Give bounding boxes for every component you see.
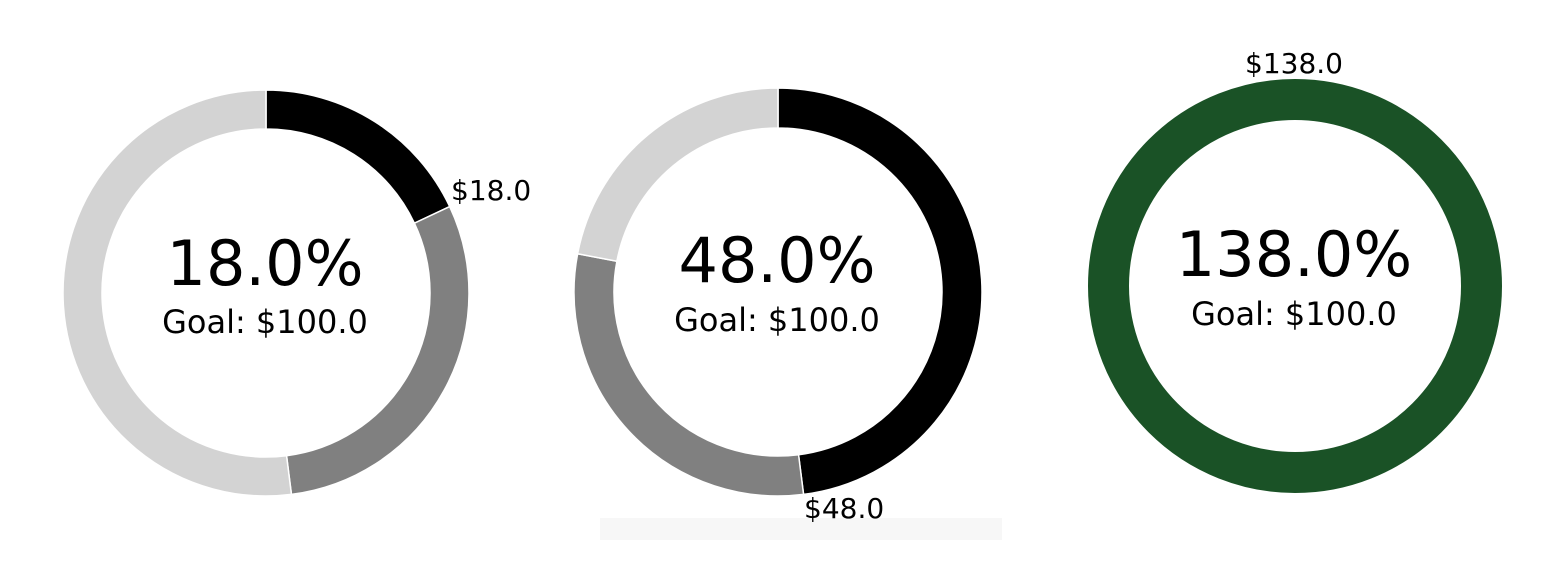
bottom-shade-strip: [600, 518, 1002, 540]
donut-3-percent-label: 138.0%: [1176, 218, 1412, 291]
donut-2-goal-label: Goal: $100.0: [674, 301, 880, 339]
donut-3-goal-label: Goal: $100.0: [1191, 295, 1397, 333]
donut-chart-1: 18.0% Goal: $100.0 $18.0: [62, 89, 531, 497]
donut-chart-3: 138.0% Goal: $100.0 $138.0: [1088, 47, 1502, 493]
donut-1-value-label: $18.0: [451, 174, 531, 207]
donut-chart-2: 48.0% Goal: $100.0 $48.0: [573, 87, 983, 525]
donut-1-goal-label: Goal: $100.0: [162, 303, 368, 341]
donut-2-percent-label: 48.0%: [679, 224, 876, 297]
donut-3-value-label: $138.0: [1245, 47, 1343, 80]
donut-2-value-label: $48.0: [804, 492, 884, 525]
donut-charts: 18.0% Goal: $100.0 $18.0 48.0% Goal: $10…: [62, 47, 1502, 540]
donut-1-percent-label: 18.0%: [167, 227, 364, 300]
donut-1-segment-1: [265, 89, 451, 225]
